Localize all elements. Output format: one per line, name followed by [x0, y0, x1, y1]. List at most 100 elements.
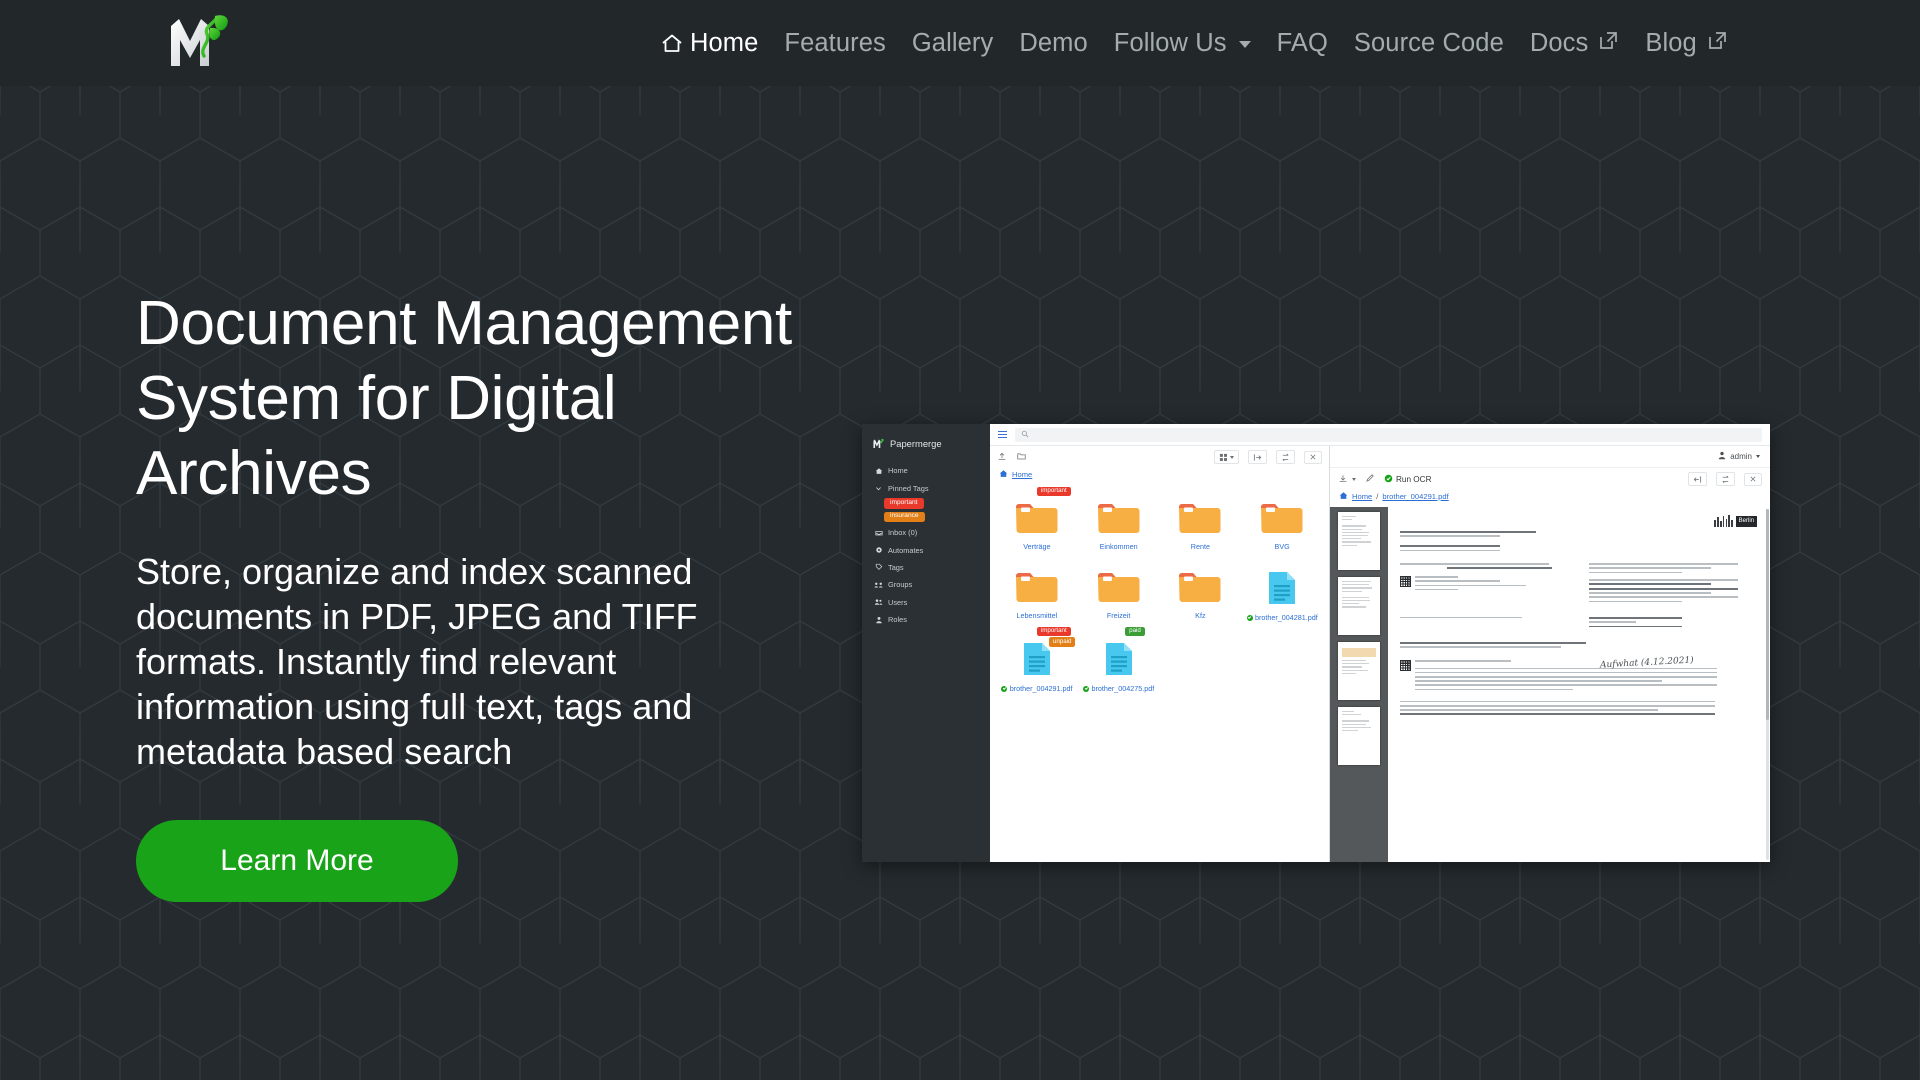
- breadcrumb-home[interactable]: Home: [1012, 470, 1032, 479]
- run-ocr-button[interactable]: Run OCR: [1384, 474, 1432, 485]
- nav-item-follow-us[interactable]: Follow Us: [1101, 29, 1264, 58]
- upload-icon[interactable]: [997, 451, 1007, 463]
- download-icon[interactable]: [1338, 473, 1348, 485]
- folder-icon: [1096, 501, 1142, 540]
- run-ocr-label: Run OCR: [1396, 474, 1432, 484]
- panel-icon[interactable]: [1688, 472, 1707, 486]
- sidebar-item-label: Home: [888, 466, 908, 476]
- roles-icon: [874, 616, 883, 624]
- document-icon: [1022, 641, 1052, 682]
- papermerge-logo[interactable]: [163, 10, 235, 72]
- sidebar-item-label: Automates: [888, 545, 924, 555]
- nav-item-label: Blog: [1645, 28, 1697, 57]
- item-label: Rente: [1190, 542, 1210, 551]
- tag-group: important unpaid: [1036, 627, 1076, 647]
- file-browser-pane: Home important Verträge Einkommen Rente …: [990, 446, 1330, 862]
- page-thumbnail[interactable]: [1338, 707, 1380, 765]
- nav-item-gallery[interactable]: Gallery: [899, 29, 1006, 58]
- sidebar-item-inbox[interactable]: Inbox (0): [862, 524, 990, 541]
- nav-item-label: Source Code: [1353, 28, 1504, 57]
- file-grid: important Verträge Einkommen Rente BVG L…: [990, 485, 1329, 698]
- folder-icon: [1177, 501, 1223, 540]
- sidebar-item-home[interactable]: Home: [862, 462, 990, 479]
- nav-item-docs[interactable]: Docs: [1517, 29, 1633, 58]
- page-thumbnails[interactable]: [1330, 507, 1388, 862]
- tag-important[interactable]: important: [1036, 627, 1071, 637]
- pinned-tag-important[interactable]: important: [884, 498, 924, 509]
- page-thumbnail[interactable]: [1338, 512, 1380, 570]
- tag-important[interactable]: important: [1036, 487, 1071, 497]
- close-icon[interactable]: [1304, 450, 1322, 464]
- list-item[interactable]: Lebensmittel: [996, 556, 1078, 625]
- item-label: Einkommen: [1099, 542, 1138, 551]
- sidebar-item-pinned-tags[interactable]: Pinned Tags: [862, 479, 990, 496]
- folder-icon: [1096, 570, 1142, 609]
- folder-icon: [1177, 570, 1223, 609]
- page-thumbnail[interactable]: [1338, 642, 1380, 700]
- sidebar-item-tags[interactable]: Tags: [862, 559, 990, 576]
- qr-code-icon: [1400, 660, 1411, 672]
- list-item[interactable]: Freizeit: [1078, 556, 1160, 625]
- user-menu[interactable]: admin: [1330, 446, 1770, 468]
- list-item[interactable]: Kfz: [1160, 556, 1242, 625]
- close-icon[interactable]: [1744, 472, 1762, 486]
- stamp-bars: [1714, 515, 1733, 527]
- item-label: brother_004275.pdf: [1083, 684, 1154, 693]
- sidebar-item-roles[interactable]: Roles: [862, 611, 990, 628]
- split-view-icon[interactable]: [1248, 450, 1267, 464]
- viewer-toolbar: Run OCR: [1330, 468, 1770, 490]
- item-label: Kfz: [1195, 611, 1206, 620]
- pinned-tag-insurance[interactable]: insurance: [884, 511, 925, 523]
- chevron-down-icon[interactable]: [1352, 477, 1356, 481]
- breadcrumb-document[interactable]: brother_004291.pdf: [1382, 492, 1448, 501]
- app-brand-label: Papermerge: [890, 438, 942, 449]
- hero-subtitle: Store, organize and index scanned docume…: [136, 551, 698, 772]
- breadcrumb-home[interactable]: Home: [1352, 492, 1372, 501]
- list-item[interactable]: important unpaid brother_004291.pdf: [996, 627, 1078, 696]
- nav-item-label: Gallery: [911, 28, 994, 57]
- nav-item-home[interactable]: Home: [648, 29, 771, 58]
- learn-more-button[interactable]: Learn More: [136, 820, 458, 902]
- nav-item-faq[interactable]: FAQ: [1264, 29, 1341, 58]
- nav-item-blog[interactable]: Blog: [1632, 29, 1740, 58]
- nav-item-demo[interactable]: Demo: [1006, 29, 1100, 58]
- hamburger-menu-icon[interactable]: [998, 429, 1007, 440]
- status-ok-icon: [1001, 685, 1008, 692]
- list-item[interactable]: Rente: [1160, 487, 1242, 554]
- nav-links: Home Features Gallery Demo Follow Us FAQ…: [648, 0, 1741, 86]
- document-page[interactable]: Berlin Aufwhat (4.12.2021): [1388, 507, 1770, 862]
- sort-icon[interactable]: [1276, 450, 1295, 464]
- grid-view-icon[interactable]: [1214, 450, 1239, 464]
- sidebar-item-groups[interactable]: Groups: [862, 576, 990, 593]
- tag-paid[interactable]: paid: [1125, 627, 1145, 637]
- nav-item-features[interactable]: Features: [771, 29, 898, 58]
- sort-icon[interactable]: [1716, 472, 1735, 486]
- sidebar-item-automates[interactable]: Automates: [862, 541, 990, 558]
- sidebar-item-label: Roles: [888, 615, 907, 625]
- landing-page: Home Features Gallery Demo Follow Us FAQ…: [0, 0, 1920, 1080]
- nav-item-label: Features: [784, 28, 886, 57]
- search-icon: [1021, 430, 1029, 440]
- users-icon: [874, 598, 883, 606]
- list-item[interactable]: important Verträge: [996, 487, 1078, 554]
- viewer-scrollbar[interactable]: [1766, 509, 1769, 860]
- external-link-icon: [1707, 29, 1728, 58]
- item-label: brother_004281.pdf: [1246, 613, 1318, 622]
- tag-unpaid[interactable]: unpaid: [1048, 637, 1076, 647]
- item-label: Lebensmittel: [1016, 611, 1058, 620]
- viewer-body: Berlin Aufwhat (4.12.2021): [1330, 507, 1770, 862]
- list-item[interactable]: brother_004281.pdf: [1241, 556, 1323, 625]
- nav-item-source-code[interactable]: Source Code: [1341, 29, 1517, 58]
- list-item[interactable]: Einkommen: [1078, 487, 1160, 554]
- edit-icon[interactable]: [1365, 473, 1375, 485]
- list-item[interactable]: paid brother_004275.pdf: [1078, 627, 1160, 696]
- new-folder-icon[interactable]: [1016, 451, 1027, 463]
- run-ocr-icon: [1384, 474, 1393, 485]
- list-item[interactable]: BVG: [1241, 487, 1323, 554]
- viewer-breadcrumb: Home / brother_004291.pdf: [1330, 490, 1770, 507]
- sidebar-item-users[interactable]: Users: [862, 593, 990, 610]
- status-ok-icon: [1083, 685, 1089, 692]
- page-thumbnail[interactable]: [1338, 577, 1380, 635]
- breadcrumb: Home: [990, 468, 1329, 485]
- search-input[interactable]: [1015, 427, 1762, 442]
